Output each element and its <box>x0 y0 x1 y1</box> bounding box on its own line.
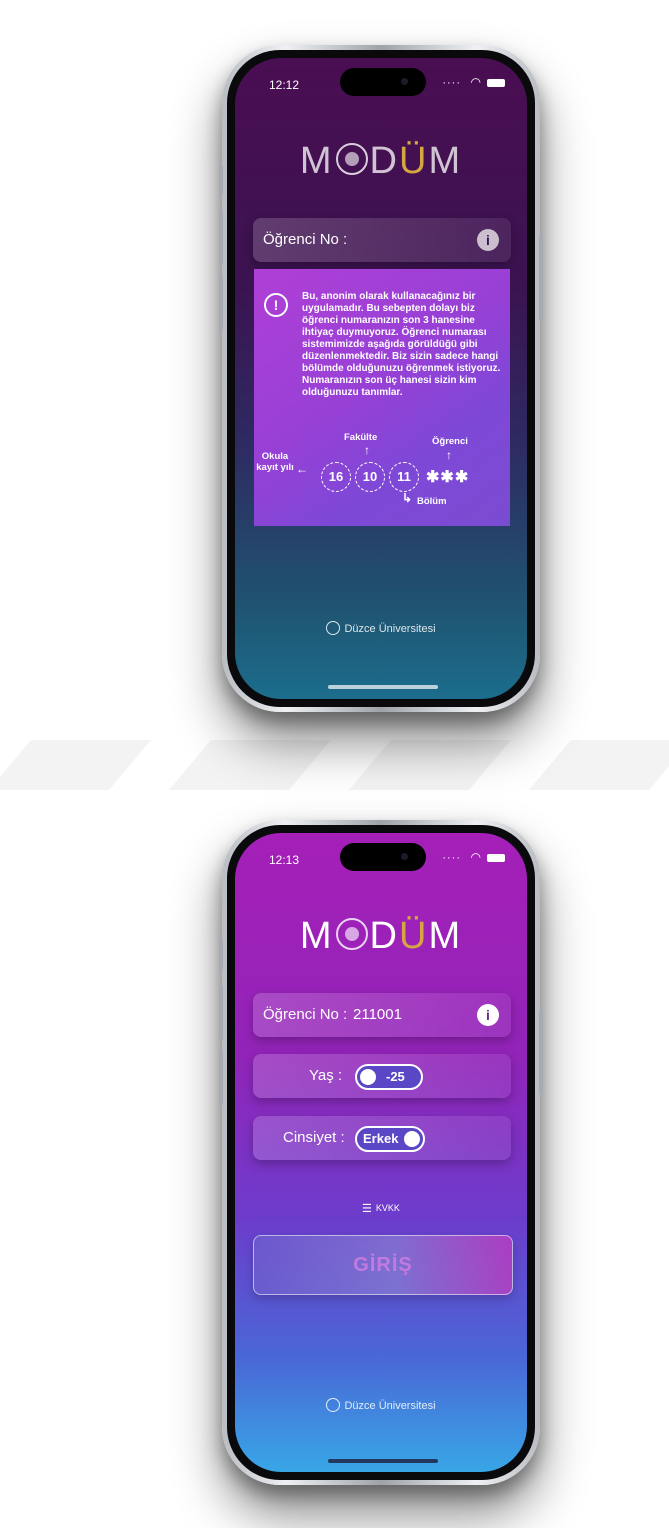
phone-mockup-tooltip: 12:12 ···· ◠ M DÜM Öğrenci No : i ! Bu, a… <box>219 45 543 712</box>
phone-mockup-login: 12:13 ···· ◠ M DÜM Öğrenci No : 211001 i … <box>219 820 543 1485</box>
alert-icon: ! <box>264 293 288 317</box>
home-indicator[interactable] <box>328 685 438 689</box>
university-icon <box>326 1398 341 1412</box>
student-no-tooltip: ! Bu, anonim olarak kullanacağınız bir u… <box>254 269 510 526</box>
label-year: Okula kayıt yılı <box>256 451 294 473</box>
status-time: 12:12 <box>269 78 300 92</box>
label-faculty: Fakülte <box>344 432 378 443</box>
gender-toggle[interactable]: Erkek <box>355 1126 425 1152</box>
wifi-icon: ◠ <box>470 75 481 89</box>
university-icon <box>326 621 341 635</box>
kvkk-link[interactable]: ☰ KVKK <box>235 1202 527 1215</box>
emblem-icon <box>335 917 368 950</box>
info-icon[interactable]: i <box>477 1004 499 1026</box>
university-footer: Düzce Üniversitesi <box>235 621 527 636</box>
toggle-knob <box>404 1131 420 1147</box>
app-logo: M DÜM <box>299 140 463 182</box>
gender-value: Erkek <box>363 1131 399 1146</box>
app-screen-login: 12:13 ···· ◠ M DÜM Öğrenci No : 211001 i … <box>235 833 527 1472</box>
watermark-stripes <box>0 740 669 790</box>
university-footer: Düzce Üniversitesi <box>235 1398 527 1413</box>
info-icon[interactable]: i <box>477 229 499 251</box>
battery-icon <box>487 854 505 862</box>
digit-faculty: 10 <box>355 462 385 492</box>
home-indicator[interactable] <box>328 1459 438 1463</box>
student-no-field[interactable]: Öğrenci No : 211001 i <box>253 993 511 1037</box>
signal-icon: ···· <box>442 77 461 89</box>
age-field[interactable]: Yaş : -25 <box>253 1054 511 1098</box>
status-bar: 12:13 ···· ◠ <box>235 833 527 879</box>
dynamic-island <box>340 68 426 96</box>
gender-field[interactable]: Cinsiyet : Erkek <box>253 1116 511 1160</box>
arrow-up-icon: ↑ <box>364 443 370 457</box>
label-department: Bölüm <box>417 496 447 507</box>
login-button[interactable]: GİRİŞ <box>253 1235 513 1295</box>
toggle-knob <box>360 1069 376 1085</box>
age-label: Yaş : <box>309 1067 343 1084</box>
student-no-label: Öğrenci No : <box>263 1006 348 1023</box>
arrow-left-icon: ← <box>296 462 308 476</box>
arrow-up-icon: ↑ <box>446 448 452 462</box>
masked-digits: ✱✱✱ <box>426 469 470 486</box>
label-student: Öğrenci <box>432 436 468 447</box>
battery-icon <box>487 79 505 87</box>
wifi-icon: ◠ <box>470 850 481 864</box>
digit-department: 11 <box>389 462 419 492</box>
gender-label: Cinsiyet : <box>283 1129 345 1146</box>
list-icon: ☰ <box>362 1203 372 1215</box>
status-time: 12:13 <box>269 853 300 867</box>
app-screen-tooltip: 12:12 ···· ◠ M DÜM Öğrenci No : i ! Bu, a… <box>235 58 527 699</box>
status-bar: 12:12 ···· ◠ <box>235 58 527 104</box>
student-no-field[interactable]: Öğrenci No : i <box>253 218 511 262</box>
age-toggle[interactable]: -25 <box>355 1064 423 1090</box>
arrow-corner-icon: ↳ <box>402 491 413 505</box>
digit-year: 16 <box>321 462 351 492</box>
emblem-icon <box>335 142 368 175</box>
dynamic-island <box>340 843 426 871</box>
signal-icon: ···· <box>442 852 461 864</box>
app-logo: M DÜM <box>299 915 463 957</box>
age-value: -25 <box>386 1069 405 1084</box>
student-no-input[interactable]: 211001 <box>353 1006 402 1023</box>
student-no-label: Öğrenci No : <box>263 231 348 248</box>
tooltip-text: Bu, anonim olarak kullanacağınız bir uyg… <box>302 291 501 398</box>
